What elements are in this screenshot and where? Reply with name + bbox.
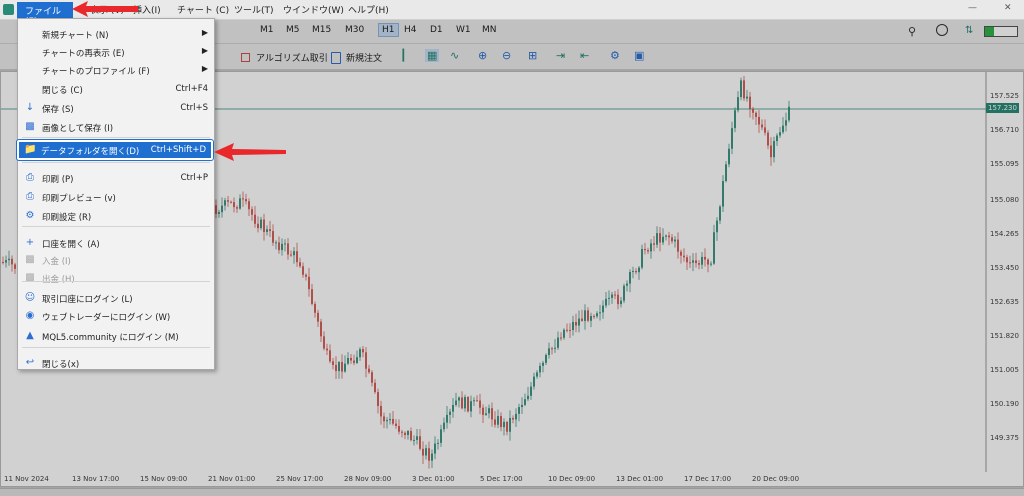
menu-item-label: データフォルダを開く(D)	[41, 147, 140, 157]
menu-item-17[interactable]: ↩ 閉じる(x)	[18, 354, 214, 372]
menu-tools[interactable]: ツール(T)	[234, 3, 274, 16]
print-icon: ⎙	[26, 172, 34, 183]
minimize-button[interactable]: —	[968, 3, 977, 13]
menu-item-8[interactable]: ⎙ 印刷 (P) Ctrl+P	[18, 169, 214, 187]
menu-separator	[22, 226, 210, 227]
menu-item-label: 出金 (H)	[42, 275, 75, 285]
menu-item-label: チャートのプロファイル (F)	[42, 67, 150, 77]
menu-item-3[interactable]: チャートのプロファイル (F) ▶	[18, 61, 214, 79]
menu-item-9[interactable]: ⎙ 印刷プレビュー (v)	[18, 188, 214, 206]
menu-item-1[interactable]: 新規チャート (N) ▶	[18, 25, 214, 43]
menu-item-label: 新規チャート (N)	[42, 31, 109, 41]
image-icon: ▩	[25, 121, 35, 132]
menu-item-label: 保存 (S)	[42, 105, 74, 115]
plus-icon: +	[25, 237, 35, 248]
menu-chart[interactable]: チャート (C)	[177, 3, 229, 16]
exit-icon: ↩	[25, 357, 35, 368]
menu-item-2[interactable]: チャートの再表示 (E) ▶	[18, 43, 214, 61]
menu-item-label: MQL5.community にログイン (M)	[42, 333, 179, 343]
menu-item-label: 取引口座にログイン (L)	[42, 295, 133, 305]
menu-bar: ファイル (F) 表示 (V) 挿入(I) チャート (C) ツール(T) ウイ…	[0, 0, 1024, 27]
user-icon: ☺	[24, 292, 36, 303]
menu-item-13: ▩ 出金 (H)	[18, 269, 214, 287]
menu-item-7[interactable]: 📁 データフォルダを開く(D) Ctrl+Shift+D	[16, 139, 214, 161]
menu-item-12: ▩ 入金 (I)	[18, 251, 214, 269]
deposit-icon: ▩	[25, 254, 35, 265]
annotation-arrow-item	[214, 143, 286, 161]
graduation-cap-icon: ▲	[26, 330, 34, 341]
menu-item-label: 口座を開く (A)	[42, 240, 100, 250]
menu-window[interactable]: ウインドウ(W)	[283, 3, 344, 16]
menu-separator	[22, 281, 210, 282]
menu-item-5[interactable]: ↓ 保存 (S) Ctrl+S	[18, 99, 214, 117]
menu-item-10[interactable]: ⚙ 印刷設定 (R)	[18, 207, 214, 225]
menu-item-label: 閉じる(x)	[42, 360, 80, 370]
close-button[interactable]: ✕	[1004, 3, 1012, 13]
menu-separator	[22, 137, 210, 138]
menu-item-label: 入金 (I)	[42, 257, 71, 267]
withdraw-icon: ▩	[25, 272, 35, 283]
app-logo-icon	[3, 4, 14, 15]
menu-item-label: 閉じる (C)	[42, 86, 83, 96]
menu-item-15[interactable]: ◉ ウェブトレーダーにログイン (W)	[18, 307, 214, 325]
print-preview-icon: ⎙	[26, 191, 34, 202]
menu-item-16[interactable]: ▲ MQL5.community にログイン (M)	[18, 327, 214, 345]
menu-item-shortcut: Ctrl+Shift+D	[150, 145, 206, 155]
menu-item-11[interactable]: + 口座を開く (A)	[18, 234, 214, 252]
annotation-arrow-menu	[72, 1, 138, 17]
submenu-arrow-icon: ▶	[201, 64, 208, 73]
menu-item-label: チャートの再表示 (E)	[42, 49, 125, 59]
menu-separator	[22, 162, 210, 163]
file-menu-dropdown: 新規チャート (N) ▶ チャートの再表示 (E) ▶ チャートのプロファイル (F) ▶…	[17, 18, 215, 370]
menu-item-shortcut: Ctrl+F4	[175, 84, 208, 94]
menu-item-shortcut: Ctrl+S	[180, 103, 208, 113]
menu-help[interactable]: ヘルプ(H)	[348, 3, 389, 16]
print-settings-icon: ⚙	[25, 210, 35, 221]
submenu-arrow-icon: ▶	[201, 46, 208, 55]
menu-item-14[interactable]: ☺ 取引口座にログイン (L)	[18, 289, 214, 307]
folder-icon: 📁	[24, 144, 37, 155]
menu-item-label: ウェブトレーダーにログイン (W)	[42, 313, 171, 323]
menu-item-6[interactable]: ▩ 画像として保存 (I)	[18, 118, 214, 136]
menu-item-label: 印刷設定 (R)	[42, 213, 92, 223]
menu-separator	[22, 347, 210, 348]
save-icon: ↓	[25, 102, 35, 113]
menu-item-shortcut: Ctrl+P	[180, 173, 208, 183]
menu-file[interactable]: ファイル (F)	[17, 2, 73, 27]
submenu-arrow-icon: ▶	[201, 28, 208, 37]
globe-icon: ◉	[25, 310, 35, 321]
menu-item-label: 印刷 (P)	[42, 175, 74, 185]
menu-item-label: 印刷プレビュー (v)	[42, 194, 116, 204]
menu-item-4[interactable]: 閉じる (C) Ctrl+F4	[18, 80, 214, 98]
menu-item-label: 画像として保存 (I)	[42, 124, 114, 134]
